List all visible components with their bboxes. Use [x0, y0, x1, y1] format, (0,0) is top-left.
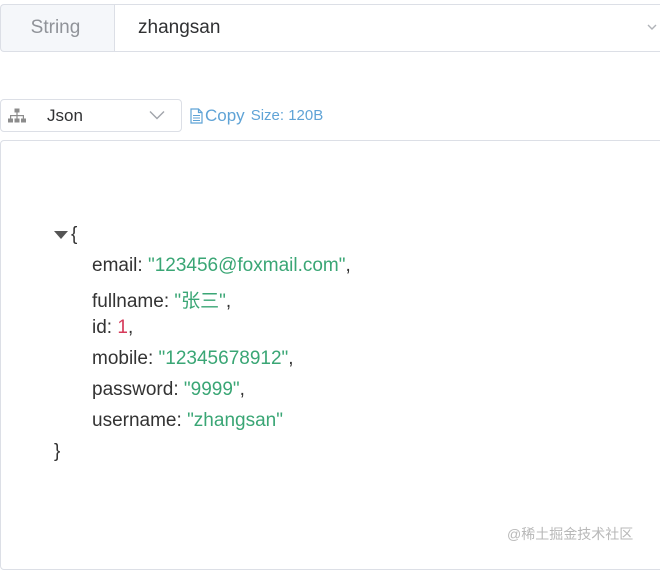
json-key: mobile	[92, 348, 148, 369]
json-separator: ,	[345, 255, 351, 276]
key-type-tag: String	[0, 4, 114, 52]
json-root-open: {	[54, 224, 77, 246]
chevron-down-icon[interactable]	[647, 22, 657, 32]
json-root-close: }	[54, 441, 60, 463]
chevron-down-icon	[149, 111, 165, 120]
copy-button[interactable]: Copy	[190, 99, 245, 132]
json-close-brace: }	[54, 441, 61, 462]
json-entry: id: 1,	[92, 317, 134, 338]
json-entry: mobile: "12345678912",	[92, 348, 294, 369]
key-type-label: String	[30, 17, 81, 38]
tree-structure-icon	[8, 108, 26, 123]
json-value: "123456@foxmail.com"	[147, 255, 346, 276]
json-key: fullname	[92, 291, 164, 312]
watermark: @稀土掘金技术社区	[507, 526, 634, 542]
json-key: email	[92, 255, 138, 276]
format-select-value: Json	[47, 106, 83, 125]
json-entry: email: "123456@foxmail.com",	[92, 255, 351, 276]
json-value: "张三"	[174, 291, 226, 312]
json-value: 1	[117, 317, 128, 338]
caret-down-icon[interactable]	[54, 230, 68, 240]
json-value: "12345678912"	[158, 348, 289, 369]
json-open-brace: {	[71, 224, 78, 245]
json-separator: ,	[288, 348, 294, 369]
json-entry: username: "zhangsan"	[92, 410, 283, 431]
format-select[interactable]: Json	[0, 99, 182, 132]
key-name-value: zhangsan	[138, 17, 221, 38]
key-bar: String zhangsan	[0, 4, 660, 52]
key-name-input[interactable]: zhangsan	[114, 4, 660, 52]
json-entry: password: "9999",	[92, 379, 245, 400]
value-size-label: Size: 120B	[250, 107, 324, 124]
json-separator: ,	[225, 291, 232, 312]
json-separator: ,	[127, 317, 134, 338]
json-key: password	[92, 379, 174, 400]
json-key: id	[92, 317, 107, 338]
json-key: username	[92, 410, 177, 431]
json-value: "9999"	[183, 379, 240, 400]
json-entry: fullname: "张三",	[92, 291, 232, 312]
json-value: "zhangsan"	[187, 410, 283, 431]
document-icon	[190, 107, 203, 124]
json-separator: ,	[239, 379, 245, 400]
viewer-toolbar: Json Copy Size: 120B	[0, 99, 323, 132]
copy-label: Copy	[205, 105, 245, 125]
